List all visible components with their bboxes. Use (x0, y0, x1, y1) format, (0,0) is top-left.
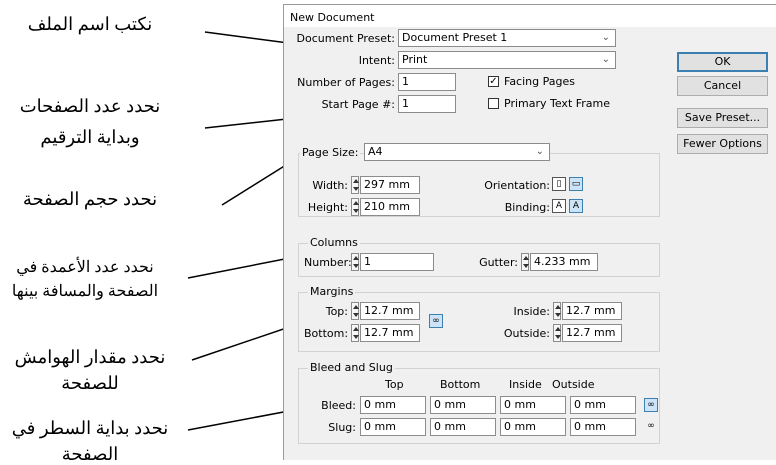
margins-group (298, 292, 660, 352)
bleed-inside-input[interactable]: 0 mm (500, 396, 566, 414)
height-input[interactable]: 210 mm (360, 198, 420, 216)
page-size-label: Page Size: (300, 146, 361, 159)
slug-bottom-input[interactable]: 0 mm (430, 418, 496, 436)
new-document-dialog: New Document Document Preset: Document P… (283, 4, 776, 460)
cancel-button[interactable]: Cancel (677, 76, 768, 96)
margin-bottom-spinner[interactable] (351, 324, 359, 342)
annotation-columns-line1: نحدد عدد الأعمدة في (16, 259, 154, 276)
facing-pages-label: Facing Pages (504, 75, 575, 88)
annotation-pages-line2: وبداية الترقيم (40, 127, 140, 147)
chevron-down-icon: ⌄ (535, 146, 544, 157)
chevron-down-icon: ⌄ (601, 32, 610, 43)
preset-select[interactable]: Document Preset 1 ⌄ (398, 29, 616, 47)
margins-title: Margins (308, 285, 356, 298)
annotation-pages-line1: نحدد عدد الصفحات (19, 96, 161, 116)
margin-outside-spinner[interactable] (553, 324, 561, 342)
annotation-margins-line2: للصفحة (61, 373, 119, 393)
width-spinner[interactable] (351, 176, 359, 194)
portrait-icon[interactable]: ▯ (552, 177, 566, 191)
intent-select[interactable]: Print ⌄ (398, 51, 616, 69)
facing-pages-checkbox[interactable]: ✓ (488, 76, 499, 87)
save-preset-button[interactable]: Save Preset... (677, 108, 768, 128)
binding-label: Binding: (504, 201, 550, 214)
link-slug-icon[interactable]: ∞ (644, 420, 658, 434)
dialog-titlebar: New Document (284, 5, 776, 27)
slug-top-input[interactable]: 0 mm (360, 418, 426, 436)
primary-text-frame-label: Primary Text Frame (504, 97, 611, 110)
page-size-value: A4 (368, 145, 383, 158)
margin-bottom-input[interactable]: 12.7 mm (360, 324, 420, 342)
bleed-header-top: Top (385, 378, 404, 391)
bleed-header-inside: Inside (509, 378, 542, 391)
annotation-filename: نكتب اسم الملف (27, 14, 153, 34)
gutter-input[interactable]: 4.233 mm (530, 253, 598, 271)
slug-label: Slug: (328, 421, 356, 434)
primary-text-frame-checkbox[interactable] (488, 98, 499, 109)
bleed-outside-input[interactable]: 0 mm (570, 396, 636, 414)
page-size-select[interactable]: A4 ⌄ (364, 143, 550, 161)
annotation-bleed-line1: نحدد بداية السطر في (11, 418, 169, 438)
margin-bottom-label: Bottom: (304, 327, 349, 340)
preset-label: Document Preset: (296, 32, 396, 45)
margin-inside-input[interactable]: 12.7 mm (562, 302, 622, 320)
dialog-title: New Document (290, 11, 375, 24)
margin-outside-input[interactable]: 12.7 mm (562, 324, 622, 342)
width-label: Width: (312, 179, 348, 192)
columns-number-label: Number: (304, 256, 352, 269)
height-label: Height: (307, 201, 348, 214)
bleed-header-outside: Outside (552, 378, 595, 391)
bleed-header-bottom: Bottom (440, 378, 481, 391)
bleed-top-input[interactable]: 0 mm (360, 396, 426, 414)
fewer-options-button[interactable]: Fewer Options (677, 134, 768, 154)
columns-number-spinner[interactable] (351, 253, 359, 271)
annotation-bleed-line2: الصفحة (61, 444, 119, 464)
intent-value: Print (402, 53, 428, 66)
annotation-margins-line1: نحدد مقدار الهوامش (14, 347, 166, 367)
start-page-input[interactable]: 1 (398, 95, 456, 113)
intent-label: Intent: (358, 54, 395, 67)
bleed-label: Bleed: (321, 399, 356, 412)
ok-button[interactable]: OK (677, 52, 768, 72)
columns-number-input[interactable]: 1 (360, 253, 434, 271)
annotation-columns-line2: الصفحة والمسافة بينها (11, 283, 159, 300)
link-margins-icon[interactable]: ∞ (429, 314, 443, 328)
slug-outside-input[interactable]: 0 mm (570, 418, 636, 436)
start-page-label: Start Page #: (321, 98, 395, 111)
bleed-bottom-input[interactable]: 0 mm (430, 396, 496, 414)
width-input[interactable]: 297 mm (360, 176, 420, 194)
columns-title: Columns (308, 236, 360, 249)
left-to-right-binding-icon[interactable]: A (552, 199, 566, 213)
margin-top-input[interactable]: 12.7 mm (360, 302, 420, 320)
gutter-spinner[interactable] (521, 253, 529, 271)
right-to-left-binding-icon[interactable]: A (569, 199, 583, 213)
margin-top-spinner[interactable] (351, 302, 359, 320)
margin-inside-spinner[interactable] (553, 302, 561, 320)
num-pages-input[interactable]: 1 (398, 73, 456, 91)
bleed-slug-title: Bleed and Slug (308, 361, 395, 374)
landscape-icon[interactable]: ▭ (569, 177, 583, 191)
link-bleed-icon[interactable]: ∞ (644, 398, 658, 412)
preset-value: Document Preset 1 (402, 31, 508, 44)
margin-outside-label: Outside: (503, 327, 550, 340)
chevron-down-icon: ⌄ (601, 54, 610, 65)
annotation-page-size: نحدد حجم الصفحة (22, 189, 158, 209)
height-spinner[interactable] (351, 198, 359, 216)
margin-inside-label: Inside: (513, 305, 550, 318)
gutter-label: Gutter: (479, 256, 518, 269)
margin-top-label: Top: (325, 305, 348, 318)
slug-inside-input[interactable]: 0 mm (500, 418, 566, 436)
orientation-label: Orientation: (484, 179, 550, 192)
num-pages-label: Number of Pages: (297, 76, 395, 89)
